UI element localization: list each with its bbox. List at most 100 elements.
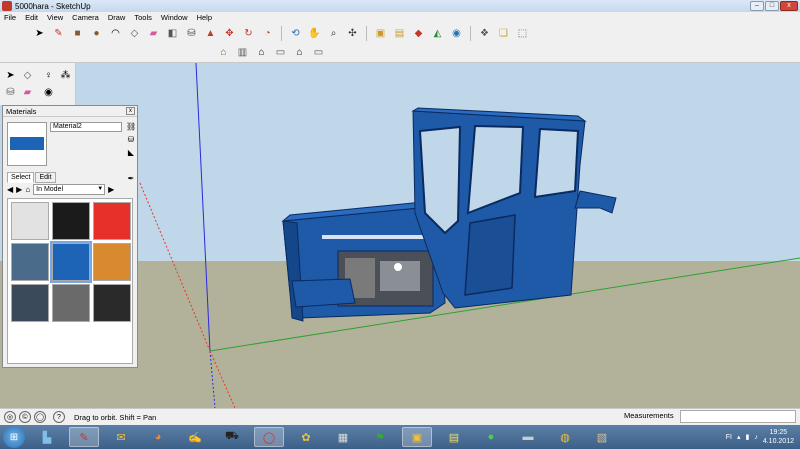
eraser-icon[interactable]: ▰ [20,85,35,100]
material-preview [7,122,47,166]
paint-bucket-icon[interactable]: ⛁ [184,26,199,41]
menu-help[interactable]: Help [197,13,212,22]
eraser-tool-icon[interactable]: ▰ [146,26,161,41]
material-swatch[interactable] [50,241,92,283]
taskbar-chrome-icon[interactable]: ◍ [550,427,580,447]
front-view-icon[interactable]: ⌂ [254,45,269,60]
menu-tools[interactable]: Tools [134,13,152,22]
material-swatch[interactable] [11,284,49,322]
get-photo-texture-icon[interactable]: ◭ [430,26,445,41]
top-view-icon[interactable]: ▥ [235,45,250,60]
menu-edit[interactable]: Edit [25,13,38,22]
material-swatch[interactable] [52,284,90,322]
default-material-icon[interactable]: ◣ [126,148,136,158]
material-swatch[interactable] [11,243,49,281]
person-icon[interactable]: ♀ [41,68,56,83]
forward-arrow-icon[interactable]: ▶ [16,185,22,194]
component-icon[interactable]: ◇ [20,68,35,83]
select-arrow-icon[interactable]: ➤ [3,68,18,83]
footprints-icon[interactable]: ⁂ [58,68,73,83]
tray-expand-icon[interactable]: ▴ [737,433,741,441]
clock[interactable]: 19:25 4.10.2012 [763,428,794,446]
geo-location-icon[interactable]: ◎ [4,411,16,423]
home-icon[interactable]: ⌂ [25,185,30,194]
collection-dropdown[interactable]: In Model ▼ [33,184,106,195]
menu-view[interactable]: View [47,13,63,22]
material-swatch[interactable] [93,284,131,322]
materials-close-button[interactable]: x [126,107,135,115]
taskbar-archive-icon[interactable]: ▧ [587,427,617,447]
material-preview-swatch [10,137,44,150]
left-view-icon[interactable]: ▭ [311,45,326,60]
menu-camera[interactable]: Camera [72,13,99,22]
maximize-button[interactable]: □ [765,1,779,11]
taskbar-explorer-icon[interactable]: ▣ [402,427,432,447]
material-swatch[interactable] [11,202,49,240]
material-swatch[interactable] [52,202,90,240]
minimize-button[interactable]: – [750,1,764,11]
menu-file[interactable]: File [4,13,16,22]
styles-icon[interactable]: ⬚ [515,26,530,41]
rotate-tool-icon[interactable]: ↻ [241,26,256,41]
iso-view-icon[interactable]: ⌂ [216,45,231,60]
zoom-extents-icon[interactable]: ✣ [345,26,360,41]
share-model-icon[interactable]: ▤ [392,26,407,41]
components-icon[interactable]: ❖ [477,26,492,41]
taskbar-tractor-icon[interactable]: ⛟ [217,427,247,447]
help-icon[interactable]: ? [53,411,65,423]
arc-tool-icon[interactable]: ◠ [108,26,123,41]
follow-me-icon[interactable]: ◔ [260,26,275,41]
tab-edit[interactable]: Edit [35,172,56,183]
move-tool-icon[interactable]: ✥ [222,26,237,41]
network-icon[interactable]: ▮ [745,433,749,441]
rectangle-tool-icon[interactable]: ■ [70,26,85,41]
taskbar-paint-icon[interactable]: ✿ [291,427,321,447]
user-icon[interactable]: ◯ [34,411,46,423]
taskbar-folder-icon[interactable]: ▙ [32,427,62,447]
line-tool-icon[interactable]: ✎ [51,26,66,41]
language-indicator[interactable]: FI [726,434,732,441]
taskbar-green-app-icon[interactable]: ● [476,427,506,447]
credits-icon[interactable]: © [19,411,31,423]
zoom-tool-icon[interactable]: ⌕ [326,26,341,41]
back-view-icon[interactable]: ⌂ [292,45,307,60]
taskbar-game-icon[interactable]: ⚑ [365,427,395,447]
make-component-icon[interactable]: ◇ [127,26,142,41]
pan-tool-icon[interactable]: ✋ [307,26,322,41]
start-button[interactable]: ⊞ [3,426,25,448]
taskbar-sketchup-icon[interactable]: ✎ [69,427,99,447]
right-view-icon[interactable]: ▭ [273,45,288,60]
menu-window[interactable]: Window [161,13,188,22]
details-arrow-icon[interactable]: ▶ [108,185,114,194]
back-arrow-icon[interactable]: ◀ [7,185,13,194]
tape-measure-icon[interactable]: ◧ [165,26,180,41]
get-models-icon[interactable]: ▣ [373,26,388,41]
create-material-icon[interactable]: ⛁ [126,135,136,145]
orbit-tool-icon[interactable]: ⟲ [288,26,303,41]
google-earth-icon[interactable]: ◉ [449,26,464,41]
material-swatch[interactable] [93,202,131,240]
material-name-field[interactable]: Material2 [50,122,122,132]
look-around-eye-icon[interactable]: ◉ [41,85,56,100]
taskbar-calculator-icon[interactable]: ▦ [328,427,358,447]
measurements-input[interactable] [680,410,796,423]
taskbar-mail-icon[interactable]: ✉ [106,427,136,447]
taskbar-editor-icon[interactable]: ✍ [180,427,210,447]
materials-icon[interactable]: ❏ [496,26,511,41]
taskbar-dark-app-icon[interactable]: ▬ [513,427,543,447]
select-tool-icon[interactable]: ➤ [32,26,47,41]
taskbar-blender-icon[interactable]: ◕ [143,427,173,447]
close-button[interactable]: x [780,1,798,11]
share-component-icon[interactable]: ◆ [411,26,426,41]
taskbar-opera-icon[interactable]: ◯ [254,427,284,447]
sample-paint-eyedropper-icon[interactable]: ✒ [126,174,136,184]
push-pull-icon[interactable]: ▲ [203,26,218,41]
circle-tool-icon[interactable]: ● [89,26,104,41]
material-swatch[interactable] [93,243,131,281]
volume-icon[interactable]: ♪ [754,434,758,441]
menu-draw[interactable]: Draw [108,13,126,22]
taskbar-notes-icon[interactable]: ▤ [439,427,469,447]
tab-select[interactable]: Select [7,172,35,183]
paint-icon[interactable]: ⛁ [3,85,18,100]
display-secondary-icon[interactable]: ⛓ [126,122,136,132]
